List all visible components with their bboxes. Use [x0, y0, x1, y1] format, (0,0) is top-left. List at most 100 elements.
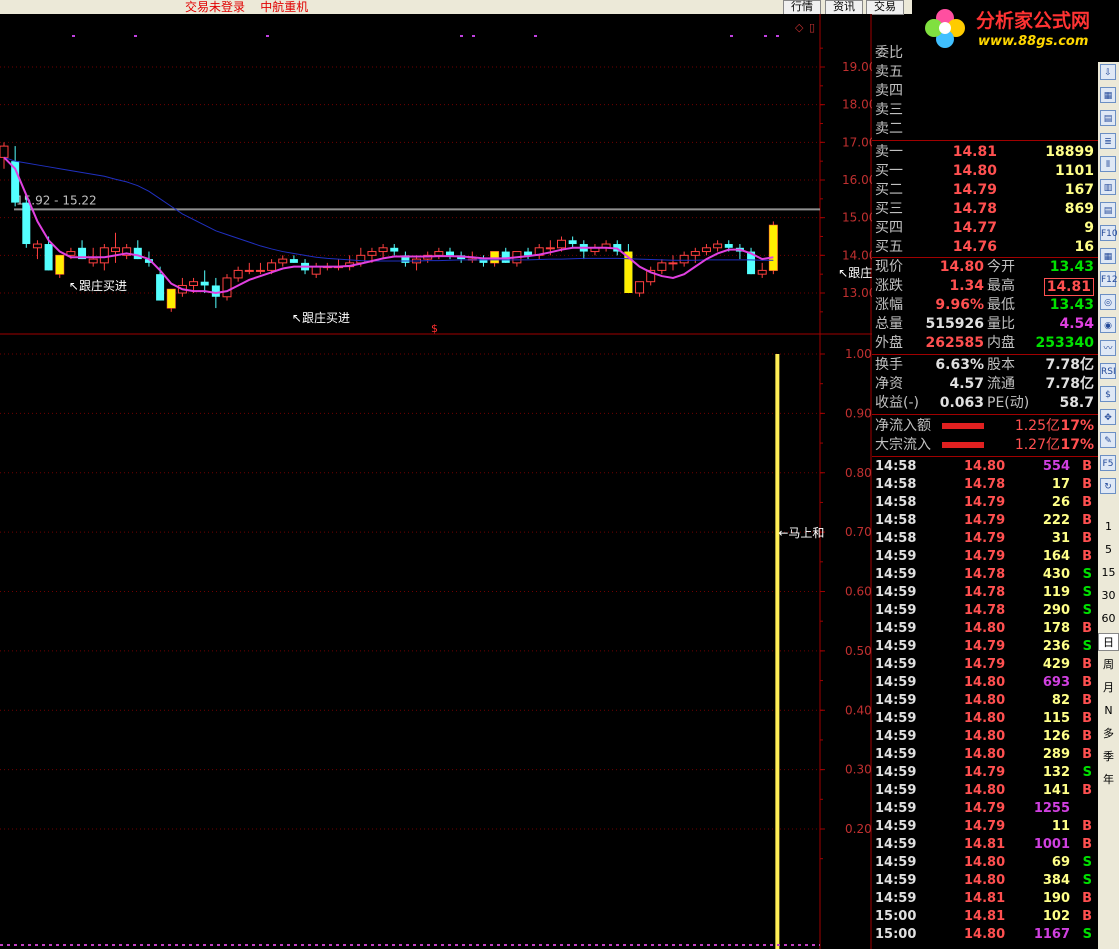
- tick-row[interactable]: 14:59 14.78 290 S: [872, 602, 1098, 620]
- tick-volume: 17: [1051, 477, 1070, 492]
- compass-icon[interactable]: ◎: [1100, 294, 1116, 310]
- flow-bar-icon: [942, 442, 984, 448]
- globe-icon[interactable]: ◉: [1100, 317, 1116, 333]
- tick-row[interactable]: 14:59 14.78 119 S: [872, 584, 1098, 602]
- orderbook-volume: 18899: [1045, 144, 1094, 160]
- tick-row[interactable]: 14:58 14.79 31 B: [872, 530, 1098, 548]
- line-icon[interactable]: 〰: [1100, 340, 1116, 356]
- rsi-icon[interactable]: RSI: [1100, 363, 1116, 379]
- buy-signal-label: ↖跟庄买进: [69, 278, 127, 293]
- stat-value: 13.43: [1049, 297, 1094, 313]
- grid-icon[interactable]: ▦: [1100, 248, 1116, 264]
- tick-row[interactable]: 14:59 14.80 115 B: [872, 710, 1098, 728]
- tick-price: 14.78: [964, 603, 1006, 618]
- quote-stat2-row: 收益(-) 0.063 PE(动) 58.7: [872, 394, 1098, 413]
- orderbook-row: 卖三: [872, 101, 1098, 120]
- tick-volume: 26: [1051, 495, 1070, 510]
- pen-icon[interactable]: ✎: [1100, 432, 1116, 448]
- tick-row[interactable]: 14:59 14.79 132 S: [872, 764, 1098, 782]
- tick-price: 14.79: [964, 549, 1006, 564]
- chart-area[interactable]: 19.0018.0017.0016.0015.0014.0013.00◇▯15.…: [0, 14, 872, 949]
- tick-price: 14.80: [964, 459, 1006, 474]
- tick-row[interactable]: 14:59 14.80 289 B: [872, 746, 1098, 764]
- price-chart[interactable]: 19.0018.0017.0016.0015.0014.0013.00◇▯15.…: [0, 14, 872, 949]
- tick-row[interactable]: 14:59 14.79 11 B: [872, 818, 1098, 836]
- period-0-button[interactable]: 1: [1098, 518, 1119, 536]
- tick-row[interactable]: 14:59 14.80 178 B: [872, 620, 1098, 638]
- period-8-button[interactable]: N: [1098, 702, 1119, 720]
- tick-row[interactable]: 14:59 14.81 190 B: [872, 890, 1098, 908]
- y-tick-label: 15.00: [842, 211, 872, 225]
- refresh-icon[interactable]: ↻: [1100, 478, 1116, 494]
- stat-label: 流通: [987, 376, 1015, 392]
- candle-icon[interactable]: ⫴: [1100, 156, 1116, 172]
- tick-row[interactable]: 15:00 14.81 102 B: [872, 908, 1098, 926]
- tick-time: 15:00: [875, 927, 917, 942]
- candle-body: [434, 251, 444, 256]
- tick-volume: 430: [1042, 567, 1070, 582]
- candle-body: [233, 269, 243, 279]
- f5-icon[interactable]: F5: [1100, 455, 1116, 471]
- orderbook-label: 买五: [875, 239, 903, 255]
- tick-time: 14:59: [875, 801, 917, 816]
- stock-icon[interactable]: $: [1100, 386, 1116, 402]
- period-11-button[interactable]: 年: [1098, 771, 1119, 789]
- quote-stat2-row: 换手 6.63% 股本 7.78亿: [872, 356, 1098, 375]
- chart-icon[interactable]: ▦: [1100, 87, 1116, 103]
- bars-icon[interactable]: ▥: [1100, 179, 1116, 195]
- period-9-button[interactable]: 多: [1098, 725, 1119, 743]
- tick-row[interactable]: 14:59 14.79 429 B: [872, 656, 1098, 674]
- tick-row[interactable]: 14:59 14.80 141 B: [872, 782, 1098, 800]
- f12-icon[interactable]: F12: [1100, 271, 1118, 287]
- doc-icon[interactable]: ▤: [1100, 202, 1116, 218]
- candle-body: [222, 277, 232, 298]
- tick-row[interactable]: 14:59 14.80 82 B: [872, 692, 1098, 710]
- f10-icon[interactable]: F10: [1100, 225, 1118, 241]
- tick-side: S: [1082, 927, 1092, 942]
- move-icon[interactable]: ✥: [1100, 409, 1116, 425]
- tick-row[interactable]: 14:59 14.78 430 S: [872, 566, 1098, 584]
- signal-dot: [764, 35, 767, 37]
- stat-label: 换手: [875, 357, 903, 373]
- tick-side: B: [1082, 909, 1092, 924]
- period-6-button[interactable]: 周: [1098, 656, 1119, 674]
- tick-time: 14:59: [875, 891, 917, 906]
- tick-row[interactable]: 14:59 14.79 164 B: [872, 548, 1098, 566]
- tick-row[interactable]: 15:00 14.80 1167 S: [872, 926, 1098, 944]
- tick-row[interactable]: 14:58 14.79 222 B: [872, 512, 1098, 530]
- orderbook-price: 14.80: [952, 163, 997, 179]
- tick-row[interactable]: 14:59 14.80 693 B: [872, 674, 1098, 692]
- period-10-button[interactable]: 季: [1098, 748, 1119, 766]
- orderbook-price: 14.76: [952, 239, 997, 255]
- tick-time: 14:59: [875, 657, 917, 672]
- orderbook-label: 委比: [875, 45, 903, 61]
- table-icon[interactable]: ▤: [1100, 110, 1116, 126]
- arrow-down-icon[interactable]: ⇩: [1100, 64, 1116, 80]
- tick-row[interactable]: 14:59 14.79 1255: [872, 800, 1098, 818]
- tick-row[interactable]: 14:59 14.81 1001 B: [872, 836, 1098, 854]
- tick-row[interactable]: 14:59 14.80 126 B: [872, 728, 1098, 746]
- signal-dot: [460, 35, 463, 37]
- period-7-button[interactable]: 月: [1098, 679, 1119, 697]
- period-3-button[interactable]: 30: [1098, 587, 1119, 605]
- market-button[interactable]: 行情: [783, 0, 821, 15]
- news-button[interactable]: 资讯: [825, 0, 863, 15]
- period-2-button[interactable]: 15: [1098, 564, 1119, 582]
- period-5-button[interactable]: 日: [1098, 633, 1119, 651]
- stat-value: 14.80: [939, 259, 984, 275]
- stat-value: 7.78亿: [1045, 376, 1094, 392]
- orderbook-row: 委比: [872, 44, 1098, 63]
- quote-stat-row: 外盘 262585 内盘 253340: [872, 334, 1098, 353]
- list-icon[interactable]: ≣: [1100, 133, 1116, 149]
- tick-row[interactable]: 14:58 14.80 554 B: [872, 458, 1098, 476]
- period-4-button[interactable]: 60: [1098, 610, 1119, 628]
- trade-button[interactable]: 交易: [866, 0, 904, 15]
- period-1-button[interactable]: 5: [1098, 541, 1119, 559]
- tick-row[interactable]: 14:58 14.78 17 B: [872, 476, 1098, 494]
- y-tick-label: 19.00: [842, 60, 872, 74]
- tick-row[interactable]: 14:58 14.79 26 B: [872, 494, 1098, 512]
- tick-row[interactable]: 14:59 14.80 69 S: [872, 854, 1098, 872]
- tick-row[interactable]: 14:59 14.79 236 S: [872, 638, 1098, 656]
- tick-row[interactable]: 14:59 14.80 384 S: [872, 872, 1098, 890]
- candle-body: [88, 258, 98, 264]
